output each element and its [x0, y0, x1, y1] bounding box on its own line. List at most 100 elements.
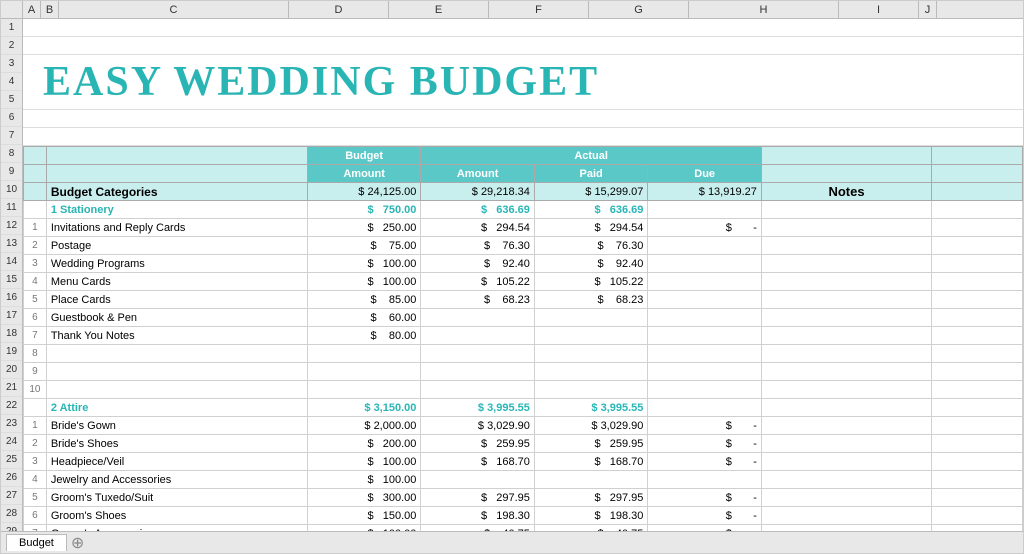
row-num-25: 25 [1, 451, 22, 469]
post-label: Postage [46, 237, 307, 255]
place-extra [932, 291, 1023, 309]
sheet-tab-budget[interactable]: Budget [6, 534, 67, 551]
inv-due: $ - [648, 219, 762, 237]
budget-table: Budget Actual Amount Amount Paid Due [23, 146, 1023, 531]
row-num-13: 13 [1, 235, 22, 253]
sheet-content: EASY WEDDING BUDGET Budget Actual [23, 19, 1023, 531]
e9-num: 9 [24, 363, 47, 381]
gt-label: Groom's Tuxedo/Suit [46, 489, 307, 507]
row-num-27: 27 [1, 487, 22, 505]
post-notes [761, 237, 931, 255]
col-header-d: D [289, 1, 389, 18]
row-brides-gown: 1 Bride's Gown $ 2,000.00 $ 3,029.90 $ 3… [24, 417, 1023, 435]
row-num-3: 3 [1, 55, 22, 73]
bg-actual: $ 3,029.90 [421, 417, 535, 435]
bs-label: Bride's Shoes [46, 435, 307, 453]
gt-subnum: 5 [24, 489, 47, 507]
row-num-18: 18 [1, 325, 22, 343]
bg-extra [932, 417, 1023, 435]
row-num-8: 8 [1, 145, 22, 163]
bg-due: $ - [648, 417, 762, 435]
gs-due: $ - [648, 507, 762, 525]
row-empty-10: 10 [24, 381, 1023, 399]
post-subnum: 2 [24, 237, 47, 255]
gs-paid: $ 198.30 [534, 507, 648, 525]
inv-budget: $ 250.00 [307, 219, 421, 237]
row-empty-9: 9 [24, 363, 1023, 381]
row-num-4: 4 [1, 73, 22, 91]
row-grooms-tux: 5 Groom's Tuxedo/Suit $ 300.00 $ 297.95 … [24, 489, 1023, 507]
prog-due [648, 255, 762, 273]
e9-n [761, 363, 931, 381]
header-empty1 [24, 147, 47, 165]
subheader-paid: Paid [534, 165, 648, 183]
ty-due [648, 327, 762, 345]
col-header-h: H [689, 1, 839, 18]
col-header-f: F [489, 1, 589, 18]
row-num-6: 6 [1, 109, 22, 127]
e8-num: 8 [24, 345, 47, 363]
row-stationery: 1 Stationery $ 750.00 $ 636.69 $ 636.69 [24, 201, 1023, 219]
inv-label: Invitations and Reply Cards [46, 219, 307, 237]
col-header-c: C [59, 1, 289, 18]
row-num-20: 20 [1, 361, 22, 379]
subheader-amount-actual: Amount [421, 165, 535, 183]
budget-categories-label: Budget Categories [46, 183, 307, 201]
ty-label: Thank You Notes [46, 327, 307, 345]
col-header-e: E [389, 1, 489, 18]
e8-cat [46, 345, 307, 363]
total-actual-amount: $ 29,218.34 [421, 183, 535, 201]
attire-actual: $ 3,995.55 [421, 399, 535, 417]
notes-header: Notes [761, 183, 931, 201]
e10-p [534, 381, 648, 399]
row-num-24: 24 [1, 433, 22, 451]
main-area: 1 2 3 4 5 6 7 8 9 10 11 12 13 14 15 16 1… [1, 19, 1023, 531]
attire-budget: $ 3,150.00 [307, 399, 421, 417]
place-budget: $ 85.00 [307, 291, 421, 309]
inv-actual: $ 294.54 [421, 219, 535, 237]
e10-a [421, 381, 535, 399]
post-actual: $ 76.30 [421, 237, 535, 255]
prog-label: Wedding Programs [46, 255, 307, 273]
row-thankyou: 7 Thank You Notes $ 80.00 [24, 327, 1023, 345]
guest-label: Guestbook & Pen [46, 309, 307, 327]
hp-budget: $ 100.00 [307, 453, 421, 471]
row-postage: 2 Postage $ 75.00 $ 76.30 $ 76.30 [24, 237, 1023, 255]
prog-extra [932, 255, 1023, 273]
e9-x [932, 363, 1023, 381]
row-num-22: 22 [1, 397, 22, 415]
row-num-16: 16 [1, 289, 22, 307]
stationery-actual: $ 636.69 [421, 201, 535, 219]
bg-label: Bride's Gown [46, 417, 307, 435]
e9-b [307, 363, 421, 381]
bs-actual: $ 259.95 [421, 435, 535, 453]
hp-actual: $ 168.70 [421, 453, 535, 471]
e10-num: 10 [24, 381, 47, 399]
guest-paid [534, 309, 648, 327]
row-num-2: 2 [1, 37, 22, 55]
hp-subnum: 3 [24, 453, 47, 471]
place-subnum: 5 [24, 291, 47, 309]
gt-notes [761, 489, 931, 507]
attire-paid: $ 3,995.55 [534, 399, 648, 417]
header-budget: Budget [307, 147, 421, 165]
row-brides-shoes: 2 Bride's Shoes $ 200.00 $ 259.95 $ 259.… [24, 435, 1023, 453]
header-row-main: Budget Actual [24, 147, 1023, 165]
e9-p [534, 363, 648, 381]
row-num-12: 12 [1, 217, 22, 235]
hp-paid: $ 168.70 [534, 453, 648, 471]
ty-notes [761, 327, 931, 345]
hp-due: $ - [648, 453, 762, 471]
menu-actual: $ 105.22 [421, 273, 535, 291]
add-sheet-button[interactable]: ⊕ [71, 533, 84, 553]
row-headpiece: 3 Headpiece/Veil $ 100.00 $ 168.70 $ 168… [24, 453, 1023, 471]
row-empty-8: 8 [24, 345, 1023, 363]
e9-cat [46, 363, 307, 381]
jew-paid [534, 471, 648, 489]
e10-d [648, 381, 762, 399]
menu-due [648, 273, 762, 291]
stationery-due [648, 201, 762, 219]
jew-budget: $ 100.00 [307, 471, 421, 489]
bs-extra [932, 435, 1023, 453]
column-headers: A B C D E F G H I J [1, 1, 1023, 19]
